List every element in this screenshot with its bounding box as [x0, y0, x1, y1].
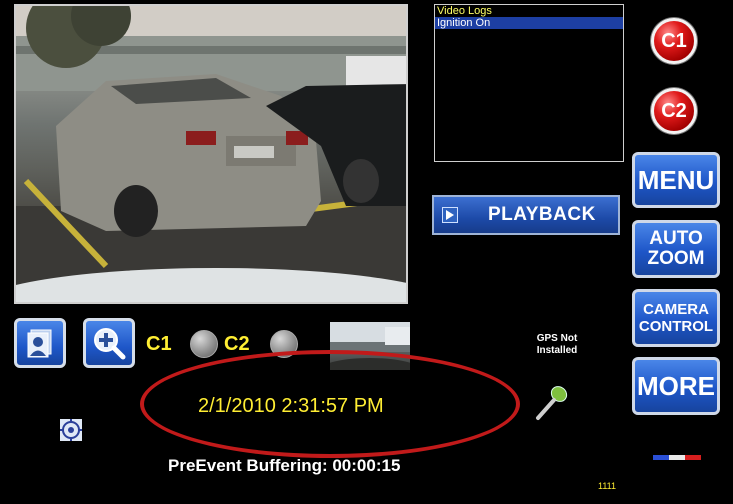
- menu-button[interactable]: MENU: [632, 152, 720, 208]
- camera-control-label-line2: CONTROL: [638, 318, 714, 335]
- buffer-status: PreEvent Buffering: 00:00:15: [168, 456, 401, 475]
- contacts-button[interactable]: [14, 318, 66, 368]
- camera-1-label: C1: [146, 333, 172, 355]
- camera-video-feed: [14, 4, 408, 304]
- video-scene: [16, 6, 406, 302]
- zoom-in-icon: [94, 328, 126, 360]
- c2-button-label: C2: [661, 99, 687, 122]
- auto-zoom-label-line1: AUTO: [649, 228, 703, 249]
- more-button-label: MORE: [637, 370, 715, 401]
- more-button[interactable]: MORE: [632, 357, 720, 415]
- c1-button-label: C1: [661, 29, 687, 52]
- playback-button[interactable]: PLAYBACK: [432, 195, 620, 235]
- contacts-icon: [27, 329, 52, 358]
- microphone-icon[interactable]: [532, 382, 572, 422]
- gps-status-line2: Installed: [536, 345, 578, 356]
- unit-code: 1111: [598, 481, 617, 491]
- play-icon: [442, 207, 458, 223]
- video-logs-list[interactable]: Video Logs Ignition On: [434, 4, 624, 162]
- list-item[interactable]: Video Logs: [435, 5, 623, 17]
- menu-button-label: MENU: [637, 164, 715, 195]
- zoom-in-button[interactable]: [83, 318, 135, 368]
- camera-1-indicator: [190, 330, 218, 358]
- auto-zoom-label-line2: ZOOM: [647, 248, 705, 269]
- camera-2-label: C2: [224, 333, 250, 355]
- target-icon[interactable]: [60, 419, 82, 441]
- camera-control-button[interactable]: CAMERA CONTROL: [632, 289, 720, 347]
- c1-button[interactable]: C1: [651, 18, 697, 64]
- gps-status: GPS Not Installed: [518, 333, 596, 357]
- list-item-selected[interactable]: Ignition On: [435, 17, 623, 29]
- gps-status-line1: GPS Not: [536, 333, 578, 344]
- c2-button[interactable]: C2: [651, 88, 697, 134]
- playback-button-label: PLAYBACK: [488, 204, 596, 225]
- camera-control-label-line1: CAMERA: [643, 301, 709, 318]
- indicator-bars-icon: [653, 455, 701, 460]
- timestamp: 2/1/2010 2:31:57 PM: [198, 395, 384, 417]
- auto-zoom-button[interactable]: AUTO ZOOM: [632, 220, 720, 278]
